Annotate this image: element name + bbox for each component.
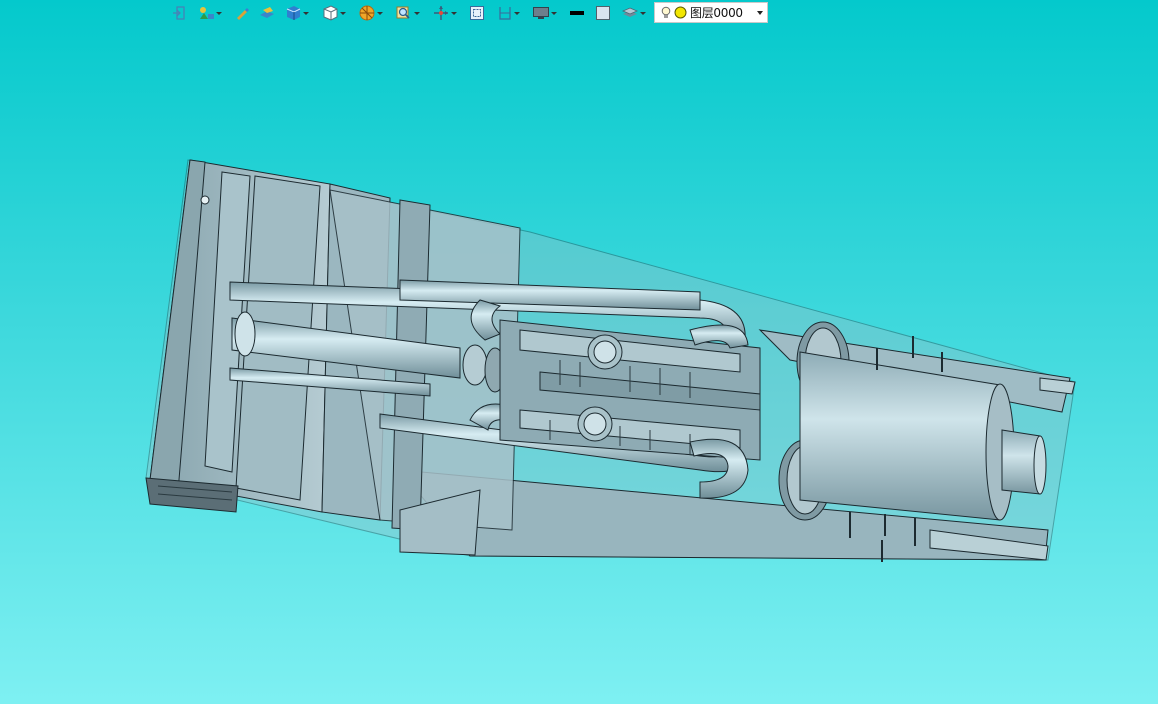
cad-model-view[interactable] [0,0,1158,704]
generator-set-model [145,159,1076,562]
3d-viewport[interactable]: 图层0000 [0,0,1158,704]
